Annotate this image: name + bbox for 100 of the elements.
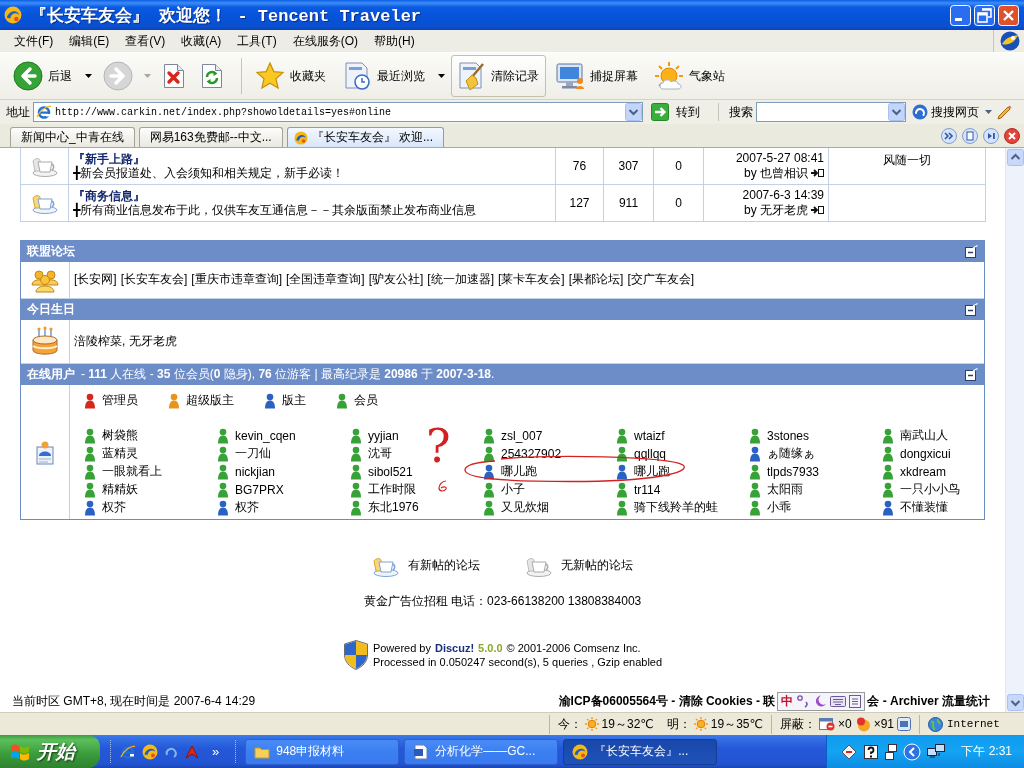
ime-mode-button[interactable]: 中 xyxy=(781,692,794,710)
user-link[interactable]: 254327902 xyxy=(501,446,562,461)
browser-tab[interactable]: 新闻中心_中青在线 xyxy=(10,127,135,147)
taskbar-button[interactable]: 『长安车友会』... xyxy=(563,738,718,765)
menu-item[interactable]: 收藏(A) xyxy=(173,31,230,51)
taskbar-button[interactable]: 948申报材料 xyxy=(245,738,400,765)
user-link[interactable]: 树袋熊 xyxy=(102,427,138,444)
user-link[interactable]: 太阳雨 xyxy=(767,481,803,498)
user-link[interactable]: 蓝精灵 xyxy=(102,445,138,462)
screen-capture-button[interactable]: 捕捉屏幕 xyxy=(550,55,645,97)
user-link[interactable]: 权芥 xyxy=(235,499,259,516)
forum-name-link[interactable]: 『新手上路』 xyxy=(73,151,551,166)
user-link[interactable]: tlpds7933 xyxy=(767,464,820,479)
arrow-bar-icon[interactable] xyxy=(983,127,999,144)
user-link[interactable]: 不懂装懂 xyxy=(900,499,948,516)
user-link[interactable]: 骑下线羚羊的蛙 xyxy=(634,499,718,516)
user-link[interactable]: tr114 xyxy=(634,482,661,497)
birthday-names[interactable]: 涪陵榨菜, 无牙老虎 xyxy=(74,332,177,350)
favorites-button[interactable]: 收藏夹 xyxy=(250,55,333,97)
footer-links[interactable]: 渝ICP备06005564号 - 清除 Cookies - 联 xyxy=(558,692,776,710)
user-link[interactable]: sibol521 xyxy=(368,464,413,479)
menu-item[interactable]: 工具(T) xyxy=(229,31,285,51)
back-button[interactable]: 后退 xyxy=(8,55,79,97)
menu-item[interactable]: 编辑(E) xyxy=(61,31,118,51)
close-button[interactable] xyxy=(998,4,1019,26)
forum-link[interactable]: [莱卡车友会] xyxy=(498,271,565,288)
user-link[interactable]: qqllqq xyxy=(634,446,667,461)
e-logo-icon[interactable] xyxy=(120,743,136,760)
forum-link[interactable]: [驴友公社] xyxy=(368,271,424,288)
close-icon[interactable] xyxy=(1004,127,1020,144)
pencil-icon[interactable] xyxy=(996,104,1012,120)
goto-arrow-icon[interactable] xyxy=(811,205,824,215)
menu-item[interactable]: 帮助(H) xyxy=(366,31,423,51)
last-post-link[interactable]: 2007-5-27 08:41 xyxy=(735,150,824,166)
keyboard-icon[interactable] xyxy=(830,695,847,707)
network-icon[interactable] xyxy=(927,743,946,760)
restore-button[interactable] xyxy=(974,4,995,26)
search-engine-button[interactable]: 搜搜网页 xyxy=(910,103,981,121)
user-link[interactable]: 一眼就看上 xyxy=(102,463,162,480)
user-link[interactable]: 东北1976 xyxy=(368,499,419,516)
user-link[interactable]: 南武山人 xyxy=(900,427,948,444)
forum-name-link[interactable]: 『商务信息』 xyxy=(73,188,551,203)
user-link[interactable]: 又见炊烟 xyxy=(501,499,549,516)
user-link[interactable]: 精精妖 xyxy=(102,481,138,498)
collapse-icon[interactable] xyxy=(965,367,978,381)
browser-tab[interactable]: 网易163免费邮--中文... xyxy=(138,127,283,147)
user-link[interactable]: kevin_cqen xyxy=(235,428,296,443)
user-link[interactable]: dongxicui xyxy=(900,446,951,461)
page-list-icon[interactable] xyxy=(962,127,978,144)
forum-link[interactable]: [长安网] xyxy=(74,271,117,288)
user-link[interactable]: 一只小小鸟 xyxy=(900,481,960,498)
menu-item[interactable]: 在线服务(O) xyxy=(284,31,366,51)
user-link[interactable]: 沈哥 xyxy=(368,445,392,462)
product-link[interactable]: Discuz! xyxy=(434,640,475,655)
user-link[interactable]: 权芥 xyxy=(102,499,126,516)
menu-item[interactable]: 查看(V) xyxy=(117,31,174,51)
address-field[interactable]: http://www.carkin.net/index.php?showoldetails=yes#online xyxy=(33,102,643,122)
forum-link[interactable]: [全国违章查询] xyxy=(286,271,365,288)
user-link[interactable]: 哪儿跑 xyxy=(501,463,537,480)
user-link[interactable]: 哪儿跑 xyxy=(634,463,670,480)
forum-link[interactable]: [长安车友会] xyxy=(120,271,188,288)
taskbar-button[interactable]: 分析化学——GC... xyxy=(404,738,559,765)
user-link[interactable]: xkdream xyxy=(900,464,946,479)
search-field[interactable] xyxy=(756,102,906,122)
forum-link[interactable]: [重庆市违章查询] xyxy=(191,271,282,288)
forum-link[interactable]: [交广车友会] xyxy=(627,271,695,288)
moon-icon[interactable] xyxy=(813,694,828,708)
user-link[interactable]: BG7PRX xyxy=(235,482,284,497)
last-post-link[interactable]: 2007-6-3 14:39 xyxy=(742,187,824,203)
forum-link[interactable]: [统一加速器] xyxy=(427,271,495,288)
user-link[interactable]: 一刀仙 xyxy=(235,445,271,462)
user-link[interactable]: zsl_007 xyxy=(501,428,543,443)
go-button[interactable]: 转到 xyxy=(647,103,704,121)
browser-tab[interactable]: 『长安车友会』 欢迎... xyxy=(286,127,445,147)
user-link[interactable]: nickjian xyxy=(235,464,276,479)
user-link[interactable]: ぁ随缘ぁ xyxy=(767,445,815,462)
footer-links[interactable]: 会 - Archiver 流量统计 xyxy=(867,692,990,710)
copyright-link[interactable]: © 2001-2006 Comsenz Inc. xyxy=(506,640,641,655)
dropdown-button[interactable] xyxy=(888,103,905,121)
goto-arrow-icon[interactable] xyxy=(811,168,824,179)
user-link[interactable]: 小乖 xyxy=(767,499,791,516)
history-button[interactable]: 最近浏览 xyxy=(337,55,432,97)
help-icon[interactable] xyxy=(863,743,880,760)
chevron-left-icon[interactable] xyxy=(903,742,922,761)
minimize-button[interactable] xyxy=(950,4,971,26)
user-link[interactable]: wtaizf xyxy=(634,428,665,443)
user-link[interactable]: 工作时限 xyxy=(368,481,416,498)
scroll-up-button[interactable] xyxy=(1006,149,1024,166)
dropdown-button[interactable] xyxy=(625,103,642,121)
more-button[interactable]: » xyxy=(206,744,226,759)
user-link[interactable]: 3stones xyxy=(767,428,810,443)
last-post-author[interactable]: by 无牙老虎 xyxy=(744,202,808,218)
collapse-icon[interactable] xyxy=(965,302,978,316)
stacked-windows-icon[interactable] xyxy=(885,743,898,760)
scroll-down-button[interactable] xyxy=(1006,694,1024,711)
diamond-icon[interactable] xyxy=(841,743,858,760)
punctuation-icon[interactable] xyxy=(796,694,811,708)
moderator-link[interactable]: 风随一切 xyxy=(828,148,986,184)
scrollbar[interactable] xyxy=(1005,148,1024,712)
user-link[interactable]: yyjian xyxy=(368,428,399,443)
